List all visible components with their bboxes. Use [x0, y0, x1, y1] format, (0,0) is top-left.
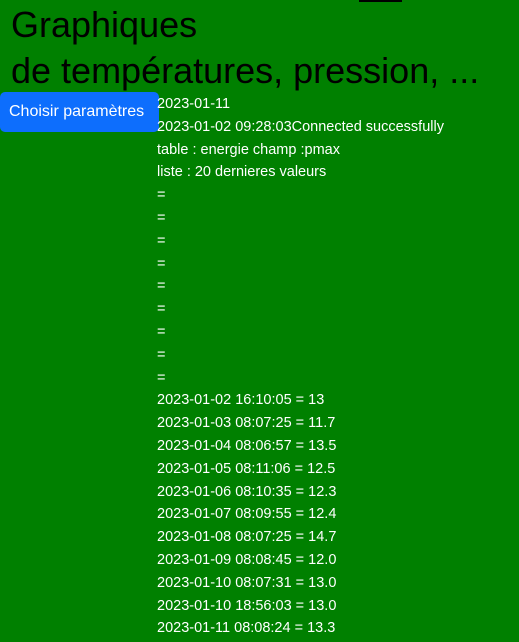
- value-row: 2023-01-06 08:10:35 = 12.3: [157, 483, 337, 500]
- empty-row: =: [157, 232, 166, 249]
- data-output: 2023-01-11 2023-01-02 09:28:03Connected …: [157, 93, 519, 640]
- value-row: 2023-01-10 08:07:31 = 13.0: [157, 574, 337, 591]
- empty-row: =: [157, 278, 166, 295]
- empty-row: =: [157, 301, 166, 318]
- value-row: 2023-01-09 08:08:45 = 12.0: [157, 551, 337, 568]
- choose-parameters-button[interactable]: Choisir paramètres: [0, 92, 159, 132]
- list-info: liste : 20 dernieres valeurs: [157, 164, 327, 181]
- value-row: 2023-01-07 08:09:55 = 12.4: [157, 506, 337, 523]
- page-title-line-1: Graphiques: [11, 4, 198, 45]
- empty-row: =: [157, 323, 166, 340]
- value-row: 2023-01-08 08:07:25 = 14.7: [157, 529, 337, 546]
- value-row: 2023-01-04 08:06:57 = 13.5: [157, 437, 337, 454]
- empty-row: =: [157, 187, 166, 204]
- empty-row: =: [157, 209, 166, 226]
- page: Graphiques de températures, pression, ..…: [0, 0, 519, 642]
- empty-row: =: [157, 255, 166, 272]
- value-row: 2023-01-03 08:07:25 = 11.7: [157, 415, 336, 432]
- page-title: Graphiques de températures, pression, ..…: [11, 2, 479, 94]
- value-row: 2023-01-10 18:56:03 = 13.0: [157, 597, 337, 614]
- table-info: table : energie champ :pmax: [157, 141, 340, 158]
- empty-row: =: [157, 369, 166, 386]
- page-title-line-2: de températures, pression, ...: [11, 50, 480, 91]
- value-row: 2023-01-11 08:08:24 = 13.3: [157, 620, 336, 637]
- value-row: 2023-01-05 08:11:06 = 12.5: [157, 460, 336, 477]
- connection-status: 2023-01-02 09:28:03Connected successfull…: [157, 118, 444, 135]
- current-date: 2023-01-11: [157, 96, 231, 112]
- empty-row: =: [157, 346, 166, 363]
- value-row: 2023-01-02 16:10:05 = 13: [157, 392, 325, 409]
